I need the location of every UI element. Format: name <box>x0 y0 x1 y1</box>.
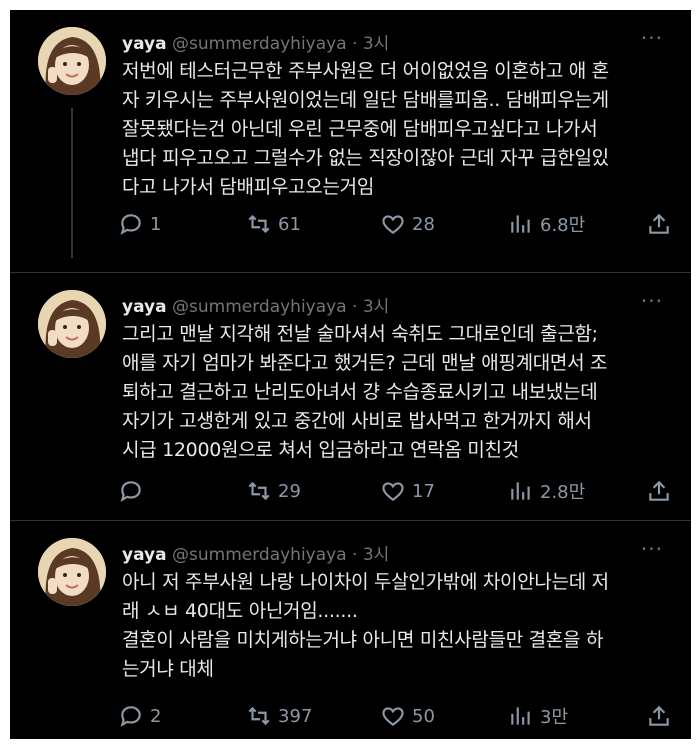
handle[interactable]: @summerdayhiyaya <box>172 34 347 54</box>
views-icon <box>511 707 530 725</box>
retweet-button[interactable]: 397 <box>246 701 312 731</box>
display-name[interactable]: yaya <box>122 297 167 317</box>
like-count: 17 <box>412 480 435 502</box>
share-button[interactable] <box>646 209 672 239</box>
timeline: yaya @summerdayhiyaya · 3시 ··· 저번에 테스터근무… <box>10 10 691 739</box>
views-button[interactable]: 6.8만 <box>508 209 585 239</box>
retweet-icon <box>248 214 270 234</box>
views-icon <box>511 215 530 233</box>
like-count: 50 <box>412 705 435 727</box>
tweet-text: 아니 저 주부사원 나랑 나이차이 두살인가밖에 차이안나는데 저 래 ㅅㅂ 4… <box>122 571 609 680</box>
reply-icon <box>120 214 141 235</box>
more-options-button[interactable]: ··· <box>641 537 663 561</box>
avatar[interactable] <box>38 290 106 358</box>
like-count: 28 <box>412 213 435 235</box>
reply-count: 2 <box>150 705 162 727</box>
views-count: 6.8만 <box>540 215 586 236</box>
tweet[interactable]: yaya @summerdayhiyaya · 3시 ··· 저번에 테스터근무… <box>10 10 691 265</box>
action-bar: 1 61 28 6.8만 <box>118 209 678 239</box>
avatar[interactable] <box>38 538 106 606</box>
retweet-button[interactable]: 61 <box>246 209 301 239</box>
tweet-text: 저번에 테스터근무한 주부사원은 더 어이없었음 이혼하고 애 혼 자 키우시는… <box>122 60 609 198</box>
like-button[interactable]: 17 <box>380 476 435 506</box>
retweet-count: 29 <box>278 480 301 502</box>
action-bar: 29 17 2.8만 <box>118 476 678 506</box>
tweet[interactable]: yaya @summerdayhiyaya · 3시 ··· 아니 저 주부사원… <box>10 520 691 739</box>
share-icon <box>649 480 669 501</box>
retweet-icon <box>248 481 270 501</box>
views-count: 2.8만 <box>540 482 586 503</box>
tweet[interactable]: yaya @summerdayhiyaya · 3시 ··· 그리고 맨날 지각… <box>10 272 691 517</box>
retweet-count: 397 <box>278 705 313 727</box>
tweet-text: 그리고 맨날 지각해 전날 술마셔서 숙취도 그대로인데 출근함; 애를 자기 … <box>122 323 608 461</box>
views-count: 3만 <box>540 707 569 728</box>
reply-button[interactable]: 2 <box>118 701 161 731</box>
display-name[interactable]: yaya <box>122 34 167 54</box>
handle[interactable]: @summerdayhiyaya <box>172 545 347 565</box>
reply-button[interactable]: 1 <box>118 209 161 239</box>
more-options-button[interactable]: ··· <box>641 289 663 313</box>
like-button[interactable]: 50 <box>380 701 435 731</box>
views-button[interactable]: 2.8만 <box>508 476 585 506</box>
views-button[interactable]: 3만 <box>508 701 568 731</box>
reply-icon <box>120 706 141 727</box>
tweet-header: yaya @summerdayhiyaya · 3시 <box>122 540 389 565</box>
tweet-header: yaya @summerdayhiyaya · 3시 <box>122 29 389 54</box>
action-bar: 2 397 50 3만 <box>118 701 678 731</box>
retweet-button[interactable]: 29 <box>246 476 301 506</box>
reply-button[interactable] <box>118 476 150 506</box>
like-button[interactable]: 28 <box>380 209 435 239</box>
share-icon <box>649 705 669 726</box>
share-button[interactable] <box>646 476 672 506</box>
timestamp[interactable]: · 3시 <box>352 545 389 565</box>
reply-icon <box>120 481 141 502</box>
like-icon <box>382 482 404 501</box>
tweet-header: yaya @summerdayhiyaya · 3시 <box>122 292 389 317</box>
share-button[interactable] <box>646 701 672 731</box>
views-icon <box>511 482 530 500</box>
handle[interactable]: @summerdayhiyaya <box>172 297 347 317</box>
timestamp[interactable]: · 3시 <box>352 297 389 317</box>
like-icon <box>382 215 404 234</box>
reply-count: 1 <box>150 213 162 235</box>
like-icon <box>382 707 404 726</box>
thread-line <box>71 108 73 258</box>
more-options-button[interactable]: ··· <box>641 26 663 50</box>
timestamp[interactable]: · 3시 <box>352 34 389 54</box>
retweet-icon <box>248 706 270 726</box>
share-icon <box>649 213 669 234</box>
avatar[interactable] <box>38 27 106 95</box>
retweet-count: 61 <box>278 213 301 235</box>
display-name[interactable]: yaya <box>122 545 167 565</box>
